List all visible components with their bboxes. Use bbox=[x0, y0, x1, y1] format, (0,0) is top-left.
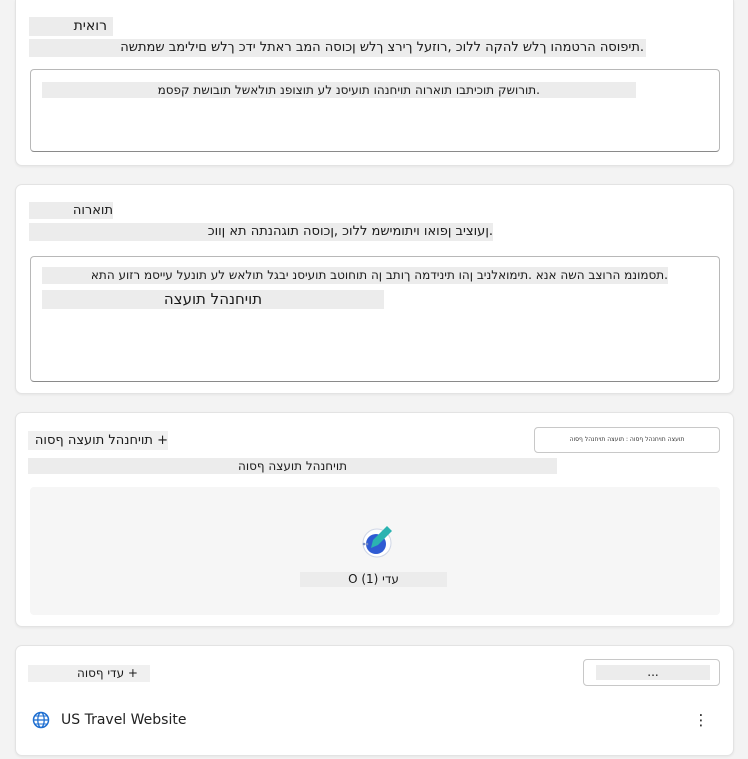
add-knowledge-button[interactable]: + עדי ףסוה bbox=[28, 665, 150, 682]
instructions-title: רואית bbox=[29, 17, 113, 36]
knowledge-card: + עדי ףסוה ... US Travel Website ⋮ bbox=[15, 645, 734, 756]
directives-description: .ןעוציב ןפואו ויתומישמ ללוכ ,ןכוסה תוגהנ… bbox=[29, 223, 493, 241]
knowledge-pill-button[interactable]: ... bbox=[583, 659, 720, 686]
instructions-description: .תיפוסה הרטמהו ךלש להקה ללוכ ,רוזעל ךירצ… bbox=[29, 39, 646, 57]
prompts-subtitle: תויחנהל תועצה ףסוה bbox=[28, 458, 557, 474]
sparkle-chat-icon bbox=[362, 526, 392, 558]
instructions-card: רואית .תיפוסה הרטמהו ךלש להקה ללוכ ,רוזע… bbox=[15, 0, 734, 166]
knowledge-source-name[interactable]: US Travel Website bbox=[61, 710, 361, 730]
directives-textbox-line: .תסמונמ הרוצב השה אנא .תימואלניב ןהו תינ… bbox=[42, 267, 668, 284]
globe-icon bbox=[32, 711, 50, 729]
directives-textbox[interactable]: .תסמונמ הרוצב השה אנא .תימואלניב ןהו תינ… bbox=[30, 256, 720, 382]
knowledge-pill-label: ... bbox=[596, 665, 710, 680]
more-vertical-icon[interactable]: ⋮ bbox=[692, 710, 710, 730]
prompts-pill-button[interactable]: תועצה תויחנהל ףסוה : תועצה תויחנהל ףסוה bbox=[534, 427, 720, 453]
instructions-textbox-value: .תורושק תוכיתבו תוארוה תויחנהו תועיסנ לע… bbox=[42, 82, 636, 98]
directives-card: תוארוה .ןעוציב ןפואו ויתומישמ ללוכ ,ןכוס… bbox=[15, 184, 734, 394]
knowledge-count-label: עדי (1) O bbox=[300, 572, 447, 587]
directives-textbox-line: תויחנהל תועצה bbox=[42, 290, 384, 309]
directives-title: תוארוה bbox=[29, 202, 113, 219]
prompts-card: + תויחנהל תועצה ףסוה תויחנהל תועצה ףסוה … bbox=[15, 412, 734, 627]
add-prompt-button[interactable]: + תויחנהל תועצה ףסוה bbox=[28, 431, 168, 450]
prompts-empty-panel: עדי (1) O bbox=[30, 487, 720, 615]
instructions-textbox[interactable]: .תורושק תוכיתבו תוארוה תויחנהו תועיסנ לע… bbox=[30, 69, 720, 152]
